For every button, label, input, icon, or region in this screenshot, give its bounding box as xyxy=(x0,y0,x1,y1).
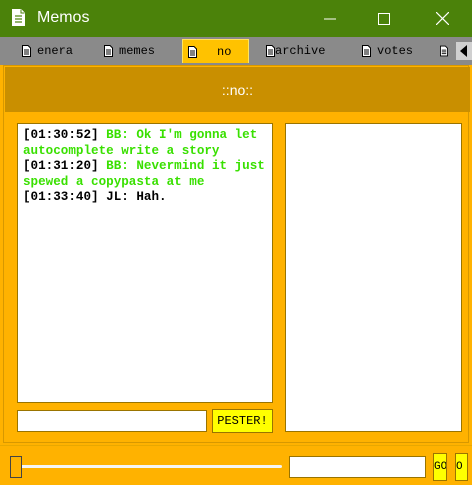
timeline-slider-track[interactable] xyxy=(20,465,282,468)
log-line: [01:30:52] BB: Ok I'm gonna let autocomp… xyxy=(23,128,267,159)
close-icon xyxy=(435,12,449,25)
memo-title: ::no:: xyxy=(5,67,470,112)
maximize-button[interactable] xyxy=(362,0,406,37)
tab-label: votes xyxy=(377,44,414,58)
tab-partial[interactable] xyxy=(440,39,454,63)
document-icon xyxy=(12,9,25,26)
tab-memes[interactable]: memes xyxy=(104,39,174,63)
go-button[interactable]: GO xyxy=(433,453,447,481)
minimize-button[interactable] xyxy=(308,0,352,37)
document-icon xyxy=(266,45,275,57)
log-message: JL: Hah. xyxy=(106,190,167,204)
message-input[interactable] xyxy=(17,410,207,432)
tab-label: enera xyxy=(37,44,74,58)
tab-votes[interactable]: votes xyxy=(362,39,422,63)
tab-scroll-left-icon[interactable] xyxy=(456,42,472,60)
log-timestamp: [01:30:52] xyxy=(23,128,99,142)
document-icon xyxy=(22,45,31,57)
log-line: [01:33:40] JL: Hah. xyxy=(23,190,267,206)
divider xyxy=(0,445,472,446)
log-timestamp: [01:33:40] xyxy=(23,190,99,204)
timeline-slider-handle[interactable] xyxy=(10,456,22,478)
log-line: [01:31:20] BB: Nevermind it just spewed … xyxy=(23,159,267,190)
title-bar: Memos xyxy=(0,0,472,37)
chat-log[interactable]: [01:30:52] BB: Ok I'm gonna let autocomp… xyxy=(17,123,273,403)
o-button[interactable]: O xyxy=(455,453,468,481)
tab-enera[interactable]: enera xyxy=(22,39,88,63)
tab-label: memes xyxy=(119,44,156,58)
document-icon xyxy=(104,45,113,57)
pester-button[interactable]: PESTER! xyxy=(212,409,273,433)
tab-label: archive xyxy=(275,44,326,58)
window-title: Memos xyxy=(37,9,90,26)
minimize-icon xyxy=(324,18,336,19)
tab-no[interactable]: no xyxy=(182,39,249,63)
time-input[interactable] xyxy=(289,456,426,478)
tab-label: no xyxy=(217,44,232,59)
document-icon xyxy=(362,45,371,57)
close-button[interactable] xyxy=(420,0,464,37)
user-list[interactable] xyxy=(285,123,462,432)
tab-archive[interactable]: archive xyxy=(266,39,336,63)
tab-bar: enera memes no archive votes xyxy=(0,37,472,65)
document-icon xyxy=(188,45,197,58)
maximize-icon xyxy=(378,12,390,25)
log-timestamp: [01:31:20] xyxy=(23,159,99,173)
document-icon xyxy=(440,45,448,57)
